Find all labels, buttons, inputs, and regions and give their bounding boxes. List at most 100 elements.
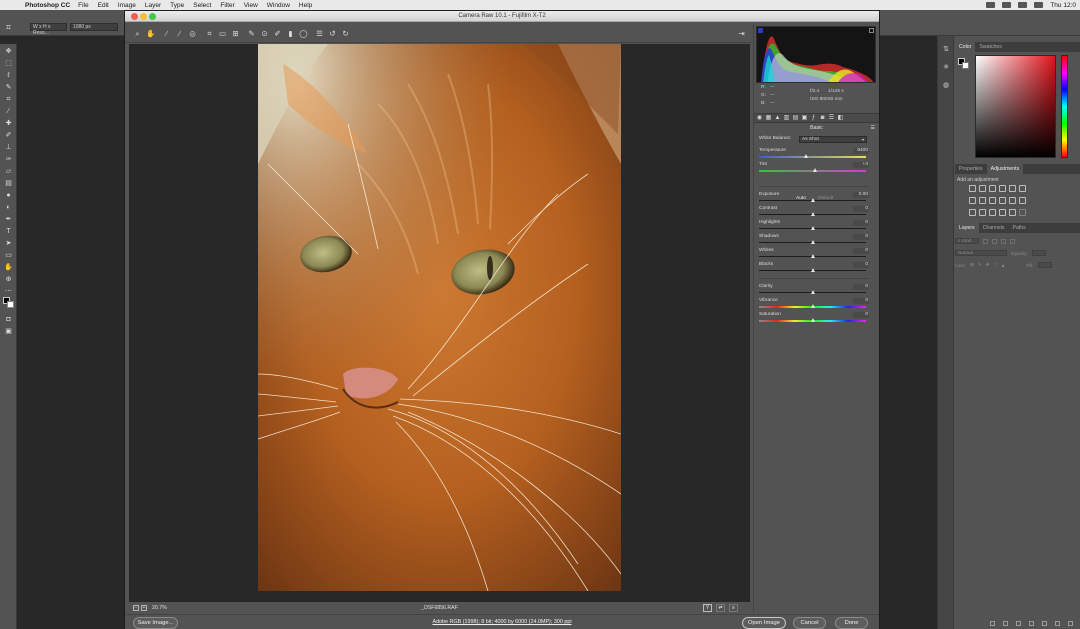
- menu-image[interactable]: Image: [118, 2, 136, 9]
- link-layers-icon[interactable]: [990, 620, 995, 626]
- new-adjustment-icon[interactable]: [1029, 620, 1034, 626]
- targeted-adjust-icon[interactable]: ◎: [188, 29, 197, 38]
- eraser-icon[interactable]: ▱: [4, 168, 13, 176]
- slider-value-field[interactable]: 0: [853, 234, 869, 240]
- slider-value-field[interactable]: 0: [853, 284, 869, 290]
- panel-menu-icon[interactable]: ☰: [871, 124, 875, 132]
- crop-icon[interactable]: ⌗: [4, 96, 13, 104]
- slider-value-field[interactable]: 0.00: [853, 192, 869, 198]
- fx-tab-icon[interactable]: ƒ: [810, 115, 817, 122]
- slider-thumb[interactable]: [810, 290, 815, 294]
- hand-icon[interactable]: ✋: [146, 29, 155, 38]
- adjustment-brush-icon[interactable]: ✐: [273, 29, 282, 38]
- slider-value-field[interactable]: 0: [853, 206, 869, 212]
- selective-color-icon[interactable]: [999, 209, 1006, 216]
- rotate-cw-icon[interactable]: ↻: [341, 29, 350, 38]
- tone-curve-tab-icon[interactable]: ▦: [765, 115, 772, 122]
- filter-adjust-icon[interactable]: [992, 238, 997, 244]
- shape-tool-icon[interactable]: ▭: [4, 252, 13, 260]
- tab-paths[interactable]: Paths: [1009, 223, 1030, 233]
- slider-value-field[interactable]: 0: [853, 262, 869, 268]
- lasso-tool-icon[interactable]: ℓ: [4, 72, 13, 80]
- lens-tab-icon[interactable]: ▣: [801, 115, 808, 122]
- history-brush-icon[interactable]: ✑: [4, 156, 13, 164]
- highlight-clip-warning[interactable]: [869, 28, 874, 33]
- menu-filter[interactable]: Filter: [220, 2, 234, 9]
- slider-thumb[interactable]: [810, 240, 815, 244]
- color-balance-icon[interactable]: [979, 197, 986, 204]
- zoom-window-button[interactable]: [149, 13, 156, 20]
- slider-thumb[interactable]: [810, 198, 815, 202]
- zoom-tool-icon[interactable]: ⊕: [4, 276, 13, 284]
- color-picker-field[interactable]: [975, 55, 1056, 158]
- new-layer-icon[interactable]: [1055, 620, 1060, 626]
- ratio-preset-select[interactable]: W x H x Reso...: [30, 23, 67, 36]
- wifi-icon[interactable]: [1018, 2, 1028, 8]
- tab-properties[interactable]: Properties: [955, 164, 987, 174]
- more-tools-icon[interactable]: ⋯: [4, 288, 13, 296]
- fx-icon[interactable]: [1003, 620, 1008, 626]
- shadow-clip-warning[interactable]: [758, 28, 763, 33]
- blur-icon[interactable]: ●: [4, 192, 13, 200]
- swap-settings-button[interactable]: ⇄: [716, 604, 725, 612]
- background-color-swatch[interactable]: [7, 301, 14, 308]
- mask-icon[interactable]: [1016, 620, 1021, 626]
- camera-calibration-tab-icon[interactable]: ◙: [819, 115, 826, 122]
- width-field[interactable]: 1080 px: [70, 23, 118, 31]
- color-sampler-icon[interactable]: ⁄: [175, 29, 184, 38]
- menu-edit[interactable]: Edit: [98, 2, 109, 9]
- slider-thumb[interactable]: [810, 226, 815, 230]
- open-image-button[interactable]: Open Image: [742, 617, 786, 629]
- red-eye-icon[interactable]: ⊙: [260, 29, 269, 38]
- zoom-icon[interactable]: ⌕: [133, 29, 142, 38]
- pen-icon[interactable]: ✒: [4, 216, 13, 224]
- gradient-icon[interactable]: ▤: [4, 180, 13, 188]
- menu-type[interactable]: Type: [170, 2, 184, 9]
- threshold-icon[interactable]: [989, 209, 996, 216]
- snapshots-tab-icon[interactable]: ◧: [837, 115, 844, 122]
- hue-slider[interactable]: [1061, 55, 1068, 158]
- levels-icon[interactable]: [979, 185, 986, 192]
- slider-value-field[interactable]: 0: [853, 298, 869, 304]
- slider-value-field[interactable]: +4: [853, 162, 869, 168]
- gradient-map-icon[interactable]: [1019, 185, 1026, 192]
- curves-icon[interactable]: [989, 185, 996, 192]
- lock-paint-icon[interactable]: ✎: [978, 262, 982, 268]
- rotate-ccw-icon[interactable]: ↺: [328, 29, 337, 38]
- display-icon[interactable]: [1002, 2, 1012, 8]
- slider-value-field[interactable]: 0: [853, 220, 869, 226]
- vibrance-adj-icon[interactable]: [1009, 185, 1016, 192]
- white-balance-select[interactable]: As Shot: [799, 136, 867, 143]
- radial-filter-icon[interactable]: ◯: [299, 29, 308, 38]
- tab-adjustments[interactable]: Adjustments: [986, 164, 1024, 174]
- menu-clock[interactable]: Thu 12:0: [1050, 2, 1076, 9]
- minimize-window-button[interactable]: [140, 13, 147, 20]
- delete-layer-icon[interactable]: [1068, 620, 1073, 626]
- close-window-button[interactable]: [131, 13, 138, 20]
- slider-track[interactable]: [759, 156, 866, 158]
- unused-adjust-icon[interactable]: [1019, 209, 1026, 216]
- opacity-field[interactable]: [1031, 250, 1046, 256]
- adjust-panel-icon[interactable]: ✳: [942, 64, 950, 72]
- cat-photo[interactable]: [258, 44, 621, 591]
- split-toning-tab-icon[interactable]: ▤: [792, 115, 799, 122]
- straighten-icon[interactable]: ▭: [218, 29, 227, 38]
- before-after-view-button[interactable]: Y: [703, 604, 712, 612]
- stamp-icon[interactable]: ⊥: [4, 144, 13, 152]
- exposure-icon[interactable]: [999, 185, 1006, 192]
- menu-view[interactable]: View: [244, 2, 258, 9]
- path-select-icon[interactable]: ➤: [4, 240, 13, 248]
- slider-thumb[interactable]: [810, 304, 815, 308]
- tab-channels[interactable]: Channels: [979, 223, 1009, 233]
- info-panel-icon[interactable]: ◍: [942, 82, 950, 90]
- panel-background-swatch[interactable]: [962, 62, 969, 69]
- screen-mode-icon[interactable]: ▣: [4, 328, 13, 336]
- slider-value-field[interactable]: 6400: [853, 148, 869, 154]
- transform-icon[interactable]: ⊞: [231, 29, 240, 38]
- photo-filter-icon[interactable]: [999, 197, 1006, 204]
- menu-file[interactable]: File: [78, 2, 88, 9]
- presets-tab-icon[interactable]: ☰: [828, 115, 835, 122]
- slider-thumb[interactable]: [810, 318, 815, 322]
- dodge-icon[interactable]: ◐: [4, 204, 13, 212]
- black-white-icon[interactable]: [989, 197, 996, 204]
